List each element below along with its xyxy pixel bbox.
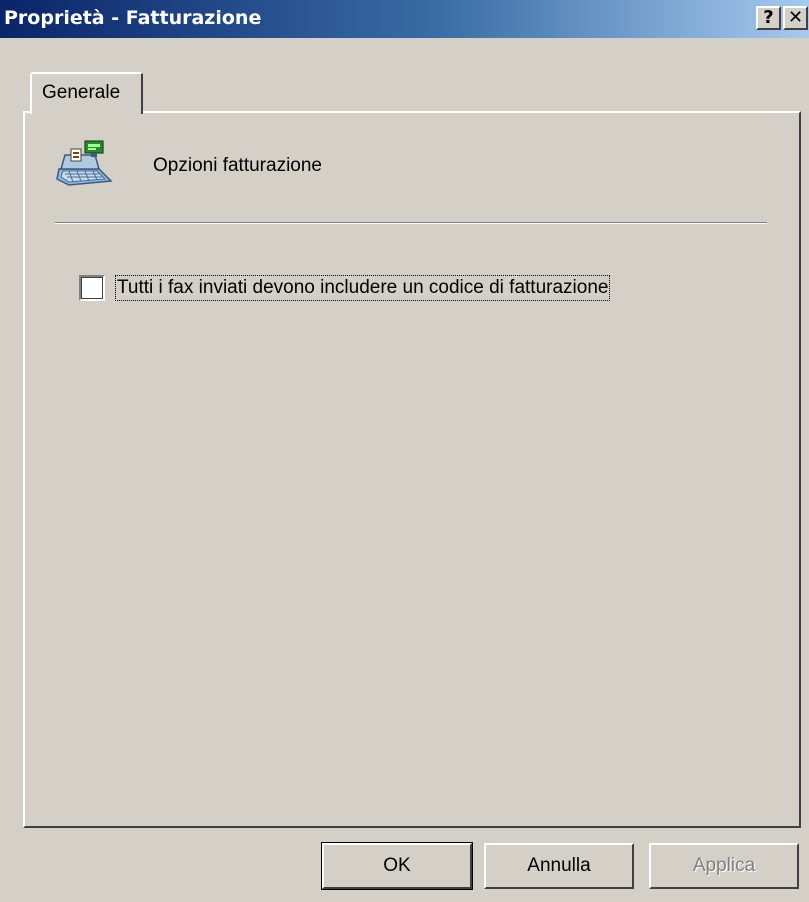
billing-code-checkbox[interactable] (79, 275, 105, 301)
billing-code-label[interactable]: Tutti i fax inviati devono includere un … (115, 275, 611, 301)
close-icon: ✕ (787, 7, 804, 28)
properties-dialog: Proprietà - Fatturazione ? ✕ Generale Op… (0, 0, 809, 902)
tab-panel-generale: Opzioni fatturazione Tutti i fax inviati… (23, 111, 801, 828)
cancel-button[interactable]: Annulla (484, 843, 634, 889)
ok-button[interactable]: OK (321, 842, 473, 890)
title-bar[interactable]: Proprietà - Fatturazione ? ✕ (0, 0, 809, 38)
help-icon: ? (763, 7, 774, 28)
ok-button-label: OK (383, 855, 411, 876)
apply-button[interactable]: Applica (649, 843, 799, 889)
tab-generale[interactable]: Generale (30, 72, 143, 114)
section-divider (55, 222, 767, 224)
section-title: Opzioni fatturazione (153, 155, 322, 176)
cancel-button-label: Annulla (527, 855, 591, 876)
apply-button-label: Applica (692, 855, 756, 876)
window-title: Proprietà - Fatturazione (4, 7, 262, 29)
cash-register-icon (56, 140, 113, 186)
tab-generale-label: Generale (42, 82, 121, 103)
help-button[interactable]: ? (756, 6, 781, 30)
close-button[interactable]: ✕ (783, 6, 808, 30)
